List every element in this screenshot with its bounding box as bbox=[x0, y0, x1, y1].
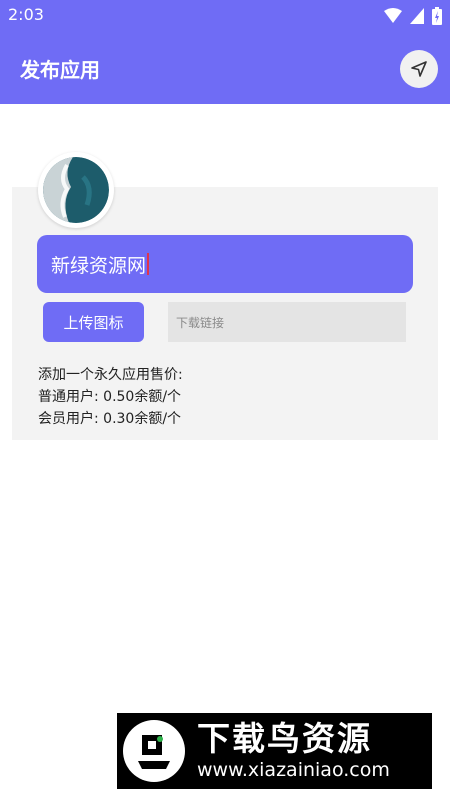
watermark-title: 下载鸟资源 bbox=[197, 719, 372, 758]
app-bar: 发布应用 bbox=[0, 32, 450, 104]
app-name-input[interactable]: 新绿资源网 bbox=[37, 235, 413, 293]
pricing-line-title: 添加一个永久应用售价: bbox=[38, 367, 183, 383]
download-link-input[interactable]: 下载链接 bbox=[168, 302, 406, 342]
send-button[interactable] bbox=[400, 50, 438, 88]
pricing-line-normal: 普通用户: 0.50余额/个 bbox=[38, 389, 182, 405]
upload-icon-button[interactable]: 上传图标 bbox=[43, 302, 144, 342]
app-icon-avatar[interactable] bbox=[38, 152, 114, 228]
watermark-url: www.xiazainiao.com bbox=[197, 759, 390, 781]
signal-icon bbox=[410, 8, 424, 24]
status-bar: 2:03 bbox=[0, 0, 450, 32]
page-title: 发布应用 bbox=[20, 58, 100, 82]
battery-icon bbox=[432, 7, 442, 25]
app-name-value: 新绿资源网 bbox=[51, 254, 147, 277]
status-time: 2:03 bbox=[8, 5, 44, 24]
pricing-info: 添加一个永久应用售价: 普通用户: 0.50余额/个 会员用户: 0.30余额/… bbox=[38, 364, 183, 430]
app-icon-image bbox=[43, 157, 109, 223]
watermark-logo-icon bbox=[123, 720, 185, 782]
send-icon bbox=[411, 61, 427, 77]
pricing-line-member: 会员用户: 0.30余额/个 bbox=[38, 411, 182, 427]
status-icons bbox=[384, 7, 442, 25]
text-cursor bbox=[147, 253, 150, 275]
wifi-icon bbox=[384, 8, 402, 23]
watermark-text: 下载鸟资源 www.xiazainiao.com bbox=[197, 720, 390, 782]
watermark: 下载鸟资源 www.xiazainiao.com bbox=[117, 713, 432, 789]
